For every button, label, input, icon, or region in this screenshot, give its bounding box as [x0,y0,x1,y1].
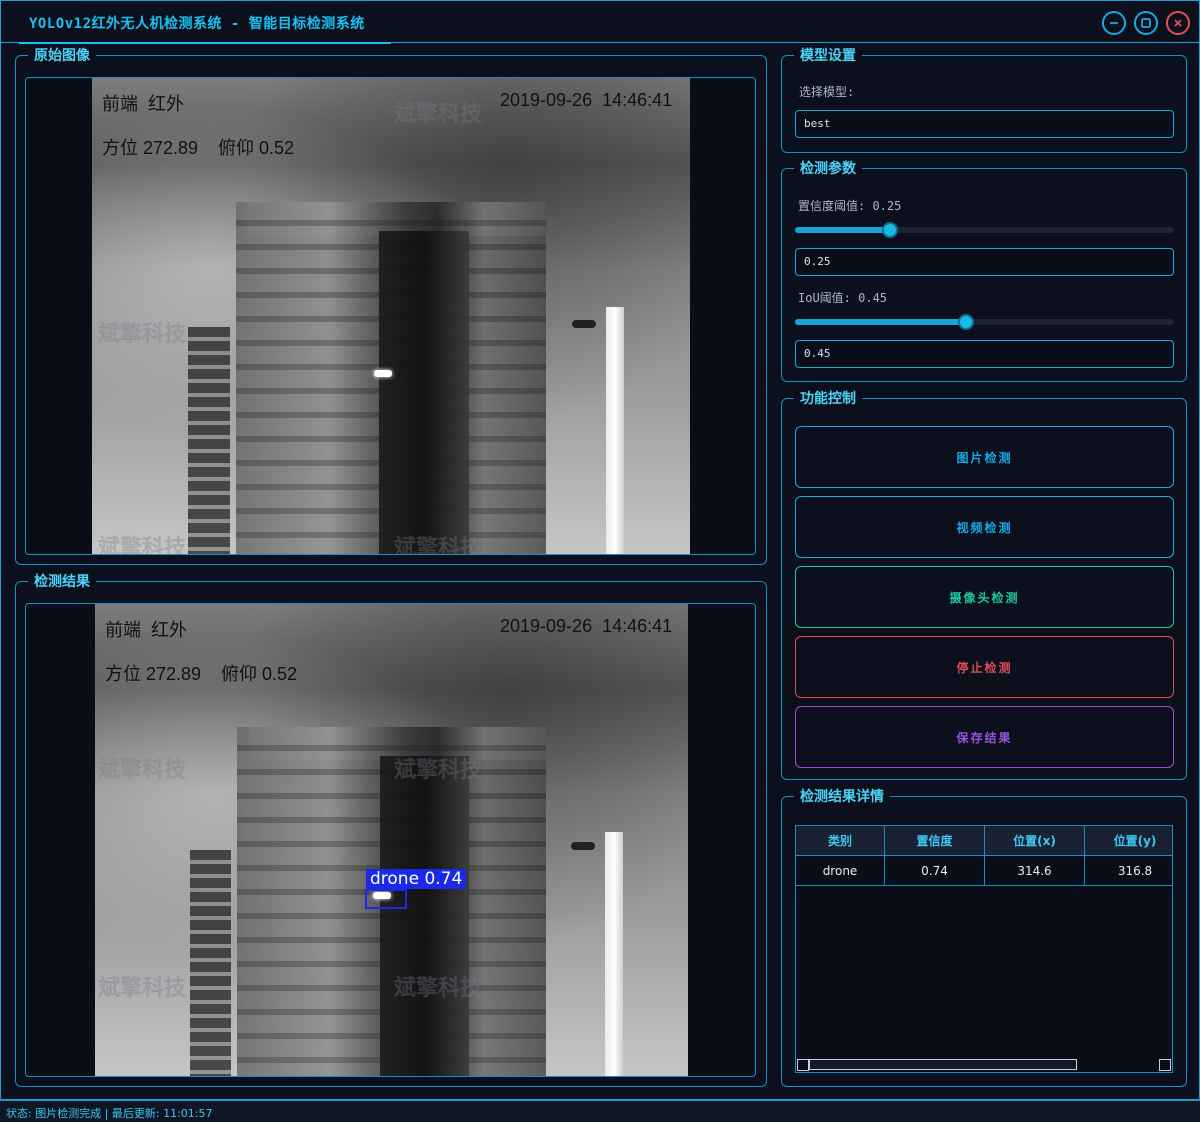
close-icon [1174,19,1182,27]
original-image-title: 原始图像 [28,47,96,65]
detection-details-title: 检测结果详情 [794,788,890,806]
function-controls-title: 功能控制 [794,390,862,408]
window-title: YOLOv12红外无人机检测系统 - 智能目标检测系统 [29,16,365,32]
camera-detect-button[interactable]: 摄像头检测 [795,566,1174,628]
confidence-slider-handle[interactable] [882,222,898,238]
horizontal-scrollbar[interactable] [796,1058,1172,1072]
overlay-azimuth: 方位 272.89 [102,138,199,158]
iou-label: IoU阈值: 0.45 [798,291,888,305]
video-detect-button[interactable]: 视频检测 [795,496,1174,558]
model-select[interactable]: best [795,110,1174,138]
scroll-left-arrow[interactable] [797,1059,809,1071]
dark-spot [572,320,596,328]
maximize-button[interactable] [1134,11,1158,35]
cell-x: 314.6 [985,856,1085,886]
save-results-button[interactable]: 保存结果 [795,706,1174,768]
column-header-x[interactable]: 位置(x) [985,826,1085,856]
dark-spot [571,842,595,850]
iou-slider-handle[interactable] [958,314,974,330]
confidence-slider-fill [795,227,890,233]
original-ir-image: 前端 红外 2019-09-26 14:46:41 方位 272.89 俯仰 0… [92,78,690,554]
overlay-timestamp: 2019-09-26 14:46:41 [500,616,673,636]
cell-class: drone [796,856,885,886]
table-header: 类别 置信度 位置(x) 位置(y) [796,826,1172,856]
minimize-button[interactable] [1102,11,1126,35]
column-header-class[interactable]: 类别 [796,826,885,856]
detection-box [365,889,407,909]
status-text: 状态: 图片检测完成 | 最后更新: 11:01:57 [6,1107,213,1120]
column-header-y[interactable]: 位置(y) [1085,826,1185,856]
stop-detect-button[interactable]: 停止检测 [795,636,1174,698]
table-row[interactable]: drone 0.74 314.6 316.8 [796,856,1172,886]
result-image-frame: 前端 红外 2019-09-26 14:46:41 方位 272.89 俯仰 0… [25,603,756,1077]
title-bar: YOLOv12红外无人机检测系统 - 智能目标检测系统 [1,1,1199,44]
overlay-timestamp: 2019-09-26 14:46:41 [500,90,673,110]
drone-hotspot [374,370,392,377]
overlay-azimuth: 方位 272.89 [105,664,202,684]
close-button[interactable] [1166,11,1190,35]
cell-confidence: 0.74 [885,856,985,886]
status-bar: 状态: 图片检测完成 | 最后更新: 11:01:57 [0,1100,1200,1122]
iou-input[interactable]: 0.45 [795,340,1174,368]
confidence-input[interactable]: 0.25 [795,248,1174,276]
detection-label: drone 0.74 [366,869,467,889]
maximize-icon [1141,18,1151,28]
confidence-slider[interactable] [795,222,1174,238]
iou-slider-fill [795,319,966,325]
model-settings-group: 模型设置 [781,47,1187,153]
original-image-frame: 前端 红外 2019-09-26 14:46:41 方位 272.89 俯仰 0… [25,77,756,555]
scrollbar-thumb[interactable] [809,1059,1077,1070]
result-ir-image: 前端 红外 2019-09-26 14:46:41 方位 272.89 俯仰 0… [95,604,688,1076]
model-select-label: 选择模型: [799,85,855,99]
image-detect-button[interactable]: 图片检测 [795,426,1174,488]
overlay-source: 前端 红外 [105,620,188,640]
iou-slider[interactable] [795,314,1174,330]
overlay-pitch: 俯仰 0.52 [221,664,298,684]
confidence-label: 置信度阈值: 0.25 [798,199,902,213]
app-window: YOLOv12红外无人机检测系统 - 智能目标检测系统 原始图像 前端 红外 2… [0,0,1200,1100]
minimize-icon [1110,22,1118,24]
detection-details-table: 类别 置信度 位置(x) 位置(y) drone 0.74 314.6 316.… [795,825,1173,1073]
overlay-pitch: 俯仰 0.52 [218,138,295,158]
detection-params-title: 检测参数 [794,160,862,178]
scroll-right-arrow[interactable] [1159,1059,1171,1071]
column-header-confidence[interactable]: 置信度 [885,826,985,856]
model-settings-title: 模型设置 [794,47,862,65]
cell-y: 316.8 [1117,864,1153,878]
title-underline [19,42,391,44]
result-image-title: 检测结果 [28,573,96,591]
overlay-source: 前端 红外 [102,94,185,114]
